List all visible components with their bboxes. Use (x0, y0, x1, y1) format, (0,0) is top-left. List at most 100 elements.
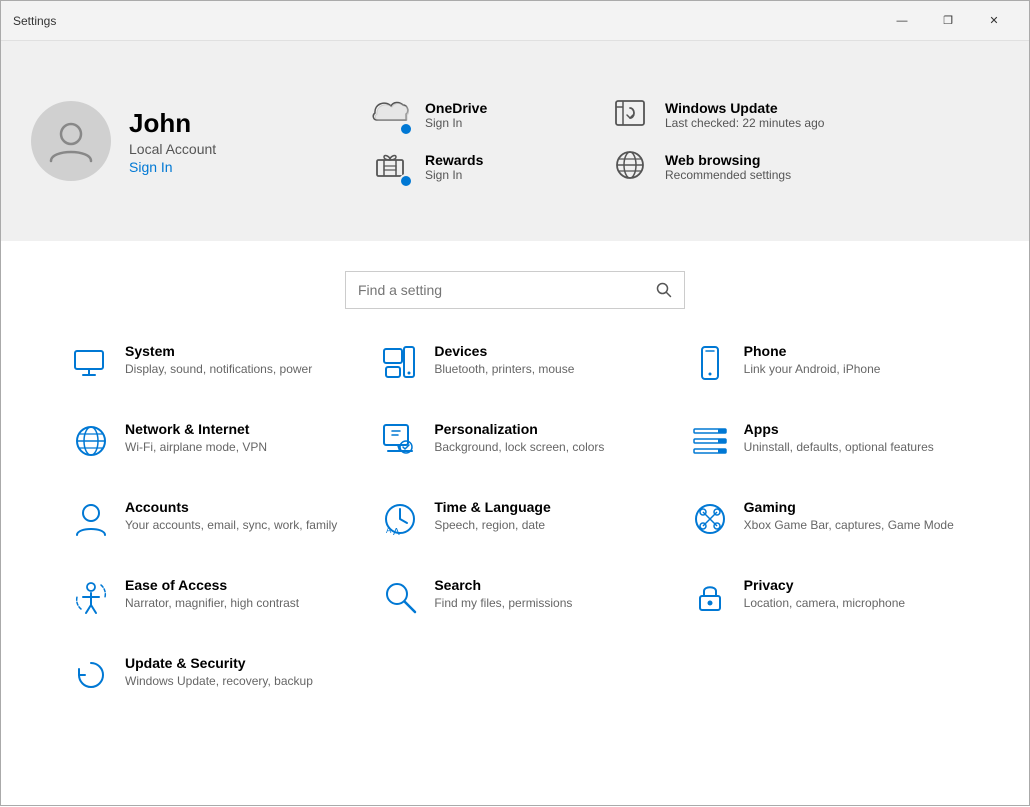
onedrive-name: OneDrive (425, 100, 487, 116)
gaming-desc: Xbox Game Bar, captures, Game Mode (744, 517, 954, 534)
service-web-browsing[interactable]: Web browsing Recommended settings (611, 146, 811, 188)
maximize-button[interactable]: ❐ (925, 6, 971, 36)
update-icon (71, 655, 111, 695)
close-button[interactable]: ✕ (971, 6, 1017, 36)
setting-personalization[interactable]: Personalization Background, lock screen,… (370, 407, 659, 475)
rewards-icon-wrap (371, 146, 413, 188)
windows-update-icon-wrap (611, 94, 653, 136)
setting-devices[interactable]: Devices Bluetooth, printers, mouse (370, 329, 659, 397)
titlebar: Settings — ❐ ✕ (1, 1, 1029, 41)
search-area (1, 241, 1029, 329)
service-windows-update[interactable]: Windows Update Last checked: 22 minutes … (611, 94, 824, 136)
setting-update[interactable]: Update & Security Windows Update, recove… (61, 641, 350, 709)
personalization-icon (380, 421, 420, 461)
account-type: Local Account (129, 141, 216, 157)
network-icon (71, 421, 111, 461)
search-input[interactable] (358, 282, 656, 298)
phone-desc: Link your Android, iPhone (744, 361, 881, 378)
system-title: System (125, 343, 312, 359)
accounts-text: Accounts Your accounts, email, sync, wor… (125, 499, 337, 534)
setting-network[interactable]: Network & Internet Wi-Fi, airplane mode,… (61, 407, 350, 475)
setting-apps[interactable]: Apps Uninstall, defaults, optional featu… (680, 407, 969, 475)
setting-time[interactable]: A A Time & Language Speech, region, date (370, 485, 659, 553)
onedrive-sub: Sign In (425, 116, 487, 130)
devices-desc: Bluetooth, printers, mouse (434, 361, 574, 378)
gaming-text: Gaming Xbox Game Bar, captures, Game Mod… (744, 499, 954, 534)
windows-update-sub: Last checked: 22 minutes ago (665, 116, 824, 130)
devices-title: Devices (434, 343, 574, 359)
rewards-name: Rewards (425, 152, 483, 168)
accounts-desc: Your accounts, email, sync, work, family (125, 517, 337, 534)
personalization-title: Personalization (434, 421, 604, 437)
minimize-button[interactable]: — (879, 6, 925, 36)
web-browsing-icon-wrap (611, 146, 653, 188)
rewards-status-dot (399, 174, 413, 188)
apps-text: Apps Uninstall, defaults, optional featu… (744, 421, 934, 456)
account-info: John Local Account Sign In (129, 108, 216, 175)
search-button[interactable] (656, 282, 672, 298)
rewards-sub: Sign In (425, 168, 483, 182)
update-desc: Windows Update, recovery, backup (125, 673, 313, 690)
account-name: John (129, 108, 216, 139)
app-title: Settings (13, 14, 56, 28)
time-desc: Speech, region, date (434, 517, 550, 534)
main-content: System Display, sound, notifications, po… (1, 241, 1029, 807)
setting-system[interactable]: System Display, sound, notifications, po… (61, 329, 350, 397)
web-browsing-name: Web browsing (665, 152, 791, 168)
account-section: John Local Account Sign In (31, 101, 331, 181)
onedrive-icon-wrap (371, 94, 413, 136)
privacy-desc: Location, camera, microphone (744, 595, 905, 612)
gaming-title: Gaming (744, 499, 954, 515)
onedrive-text: OneDrive Sign In (425, 100, 487, 130)
apps-icon (690, 421, 730, 461)
account-signin-link[interactable]: Sign In (129, 159, 216, 175)
setting-search[interactable]: Search Find my files, permissions (370, 563, 659, 631)
phone-title: Phone (744, 343, 881, 359)
apps-desc: Uninstall, defaults, optional features (744, 439, 934, 456)
web-browsing-text: Web browsing Recommended settings (665, 152, 791, 182)
privacy-icon (690, 577, 730, 617)
setting-ease[interactable]: Ease of Access Narrator, magnifier, high… (61, 563, 350, 631)
system-desc: Display, sound, notifications, power (125, 361, 312, 378)
ease-icon (71, 577, 111, 617)
phone-icon (690, 343, 730, 383)
system-icon (71, 343, 111, 383)
devices-text: Devices Bluetooth, printers, mouse (434, 343, 574, 378)
header-area: John Local Account Sign In OneDrive Sign… (1, 41, 1029, 241)
setting-accounts[interactable]: Accounts Your accounts, email, sync, wor… (61, 485, 350, 553)
search-icon (656, 282, 672, 298)
phone-text: Phone Link your Android, iPhone (744, 343, 881, 378)
setting-gaming[interactable]: Gaming Xbox Game Bar, captures, Game Mod… (680, 485, 969, 553)
network-desc: Wi-Fi, airplane mode, VPN (125, 439, 267, 456)
rewards-text: Rewards Sign In (425, 152, 483, 182)
devices-icon (380, 343, 420, 383)
network-title: Network & Internet (125, 421, 267, 437)
setting-phone[interactable]: Phone Link your Android, iPhone (680, 329, 969, 397)
service-onedrive[interactable]: OneDrive Sign In (371, 94, 571, 136)
web-browsing-icon (611, 146, 649, 184)
update-title: Update & Security (125, 655, 313, 671)
search-box (345, 271, 685, 309)
services-row-2: Rewards Sign In Web browsing (371, 146, 999, 188)
search-title: Search (434, 577, 572, 593)
privacy-text: Privacy Location, camera, microphone (744, 577, 905, 612)
update-text: Update & Security Windows Update, recove… (125, 655, 313, 690)
personalization-text: Personalization Background, lock screen,… (434, 421, 604, 456)
setting-privacy[interactable]: Privacy Location, camera, microphone (680, 563, 969, 631)
window-controls: — ❐ ✕ (879, 6, 1017, 36)
time-icon: A A (380, 499, 420, 539)
onedrive-status-dot (399, 122, 413, 136)
ease-title: Ease of Access (125, 577, 299, 593)
privacy-title: Privacy (744, 577, 905, 593)
time-title: Time & Language (434, 499, 550, 515)
services-section: OneDrive Sign In Windows Update (371, 94, 999, 188)
ease-desc: Narrator, magnifier, high contrast (125, 595, 299, 612)
time-text: Time & Language Speech, region, date (434, 499, 550, 534)
system-text: System Display, sound, notifications, po… (125, 343, 312, 378)
services-row-1: OneDrive Sign In Windows Update (371, 94, 999, 136)
gaming-icon (690, 499, 730, 539)
service-rewards[interactable]: Rewards Sign In (371, 146, 571, 188)
personalization-desc: Background, lock screen, colors (434, 439, 604, 456)
search-desc: Find my files, permissions (434, 595, 572, 612)
apps-title: Apps (744, 421, 934, 437)
